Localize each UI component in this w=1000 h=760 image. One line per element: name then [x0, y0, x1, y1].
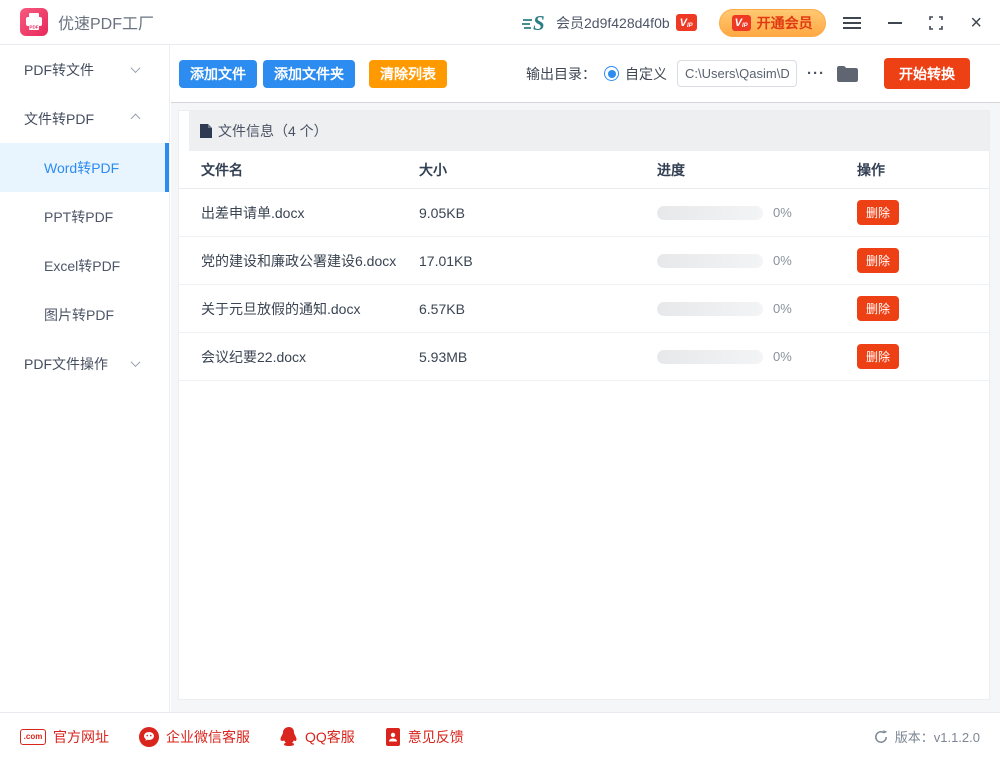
sidebar-item-pdf-to-file[interactable]: PDF转文件: [0, 45, 169, 94]
open-vip-label: 开通会员: [757, 13, 813, 33]
column-header-progress: 进度: [657, 160, 857, 180]
feedback-icon: [385, 728, 401, 746]
wechat-icon: [139, 727, 159, 747]
window-controls: ×: [843, 0, 982, 45]
folder-icon: [837, 66, 858, 82]
file-progress: 0%: [657, 301, 857, 316]
document-icon: [200, 124, 212, 138]
maximize-icon[interactable]: [929, 16, 943, 30]
file-name: 关于元旦放假的通知.docx: [179, 299, 419, 319]
file-size: 17.01KB: [419, 253, 657, 269]
custom-radio-label: 自定义: [625, 64, 667, 84]
refresh-icon[interactable]: [874, 730, 888, 744]
member-area: S 会员2d9f428d4f0b VIP VIP 开通会员: [522, 0, 826, 45]
delete-button[interactable]: 删除: [857, 344, 899, 369]
progress-percent-label: 0%: [773, 253, 792, 268]
vip-badge-icon: VIP: [676, 14, 697, 31]
version-label: 版本：v1.1.2.0: [895, 727, 980, 746]
version-area: 版本：v1.1.2.0: [874, 727, 980, 746]
close-icon[interactable]: ×: [970, 13, 982, 33]
titlebar: PDF 优速PDF工厂 S 会员2d9f428d4f0b VIP VIP 开通会…: [0, 0, 1000, 45]
add-file-button[interactable]: 添加文件: [179, 60, 257, 88]
column-header-name: 文件名: [179, 160, 419, 180]
chevron-down-icon: [131, 63, 141, 73]
progress-bar: [657, 254, 763, 268]
progress-bar: [657, 302, 763, 316]
file-name: 会议纪要22.docx: [179, 347, 419, 367]
progress-percent-label: 0%: [773, 349, 792, 364]
svg-text:S: S: [533, 11, 545, 35]
sidebar-item-file-to-pdf[interactable]: 文件转PDF: [0, 94, 169, 143]
output-directory-label: 输出目录：: [526, 64, 596, 84]
output-path-input[interactable]: [677, 60, 797, 87]
file-panel-header: 文件信息（4 个）: [189, 111, 989, 151]
website-icon: .com: [20, 729, 46, 745]
start-convert-button[interactable]: 开始转换: [884, 58, 970, 89]
official-website-link[interactable]: .com 官方网址: [20, 727, 109, 747]
menu-icon[interactable]: [843, 17, 861, 29]
clear-list-button[interactable]: 清除列表: [369, 60, 447, 88]
file-size: 9.05KB: [419, 205, 657, 221]
chevron-up-icon: [131, 114, 141, 124]
table-row: 会议纪要22.docx 5.93MB 0% 删除: [179, 333, 989, 381]
sidebar: PDF转文件 文件转PDF Word转PDF PPT转PDF Excel转PDF…: [0, 45, 170, 712]
file-panel: 文件信息（4 个） 文件名 大小 进度 操作 出差申请单.docx 9.05KB…: [178, 110, 990, 700]
column-header-size: 大小: [419, 160, 657, 180]
open-folder-button[interactable]: [837, 66, 858, 82]
output-directory-group: 输出目录： 自定义 ··· 开始转换: [526, 58, 970, 89]
vip-badge-icon: VIP: [732, 15, 751, 31]
chevron-down-icon: [131, 357, 141, 367]
progress-bar: [657, 350, 763, 364]
toolbar: 添加文件 添加文件夹 清除列表 输出目录： 自定义 ··· 开始转换: [171, 45, 1000, 103]
delete-button[interactable]: 删除: [857, 200, 899, 225]
delete-button[interactable]: 删除: [857, 248, 899, 273]
file-progress: 0%: [657, 349, 857, 364]
table-header: 文件名 大小 进度 操作: [179, 151, 989, 189]
svg-text:PDF: PDF: [29, 25, 38, 30]
feedback-link[interactable]: 意见反馈: [385, 727, 464, 747]
wechat-support-link[interactable]: 企业微信客服: [139, 727, 250, 747]
qq-support-link[interactable]: QQ客服: [280, 727, 355, 747]
progress-percent-label: 0%: [773, 301, 792, 316]
minimize-icon[interactable]: [888, 22, 902, 24]
sidebar-item-excel-to-pdf[interactable]: Excel转PDF: [0, 241, 169, 290]
sidebar-item-ppt-to-pdf[interactable]: PPT转PDF: [0, 192, 169, 241]
footer: .com 官方网址 企业微信客服 QQ客服 意见反馈 版本：v1.1.2.0: [0, 712, 1000, 760]
column-header-action: 操作: [857, 160, 989, 180]
file-progress: 0%: [657, 205, 857, 220]
sidebar-item-pdf-operations[interactable]: PDF文件操作: [0, 339, 169, 388]
file-name: 党的建设和廉政公署建设6.docx: [179, 251, 419, 271]
progress-percent-label: 0%: [773, 205, 792, 220]
custom-radio[interactable]: [604, 66, 619, 81]
sidebar-item-word-to-pdf[interactable]: Word转PDF: [0, 143, 169, 192]
member-id-label: 会员2d9f428d4f0b: [556, 13, 670, 33]
app-title: 优速PDF工厂: [58, 10, 154, 34]
add-folder-button[interactable]: 添加文件夹: [263, 60, 355, 88]
delete-button[interactable]: 删除: [857, 296, 899, 321]
file-size: 6.57KB: [419, 301, 657, 317]
table-row: 关于元旦放假的通知.docx 6.57KB 0% 删除: [179, 285, 989, 333]
sidebar-item-image-to-pdf[interactable]: 图片转PDF: [0, 290, 169, 339]
qq-icon: [280, 727, 298, 747]
table-row: 党的建设和廉政公署建设6.docx 17.01KB 0% 删除: [179, 237, 989, 285]
member-swoosh-icon: S: [522, 11, 550, 35]
file-progress: 0%: [657, 253, 857, 268]
browse-more-button[interactable]: ···: [805, 63, 827, 84]
file-size: 5.93MB: [419, 349, 657, 365]
table-row: 出差申请单.docx 9.05KB 0% 删除: [179, 189, 989, 237]
progress-bar: [657, 206, 763, 220]
open-vip-button[interactable]: VIP 开通会员: [719, 9, 826, 37]
main-area: 添加文件 添加文件夹 清除列表 输出目录： 自定义 ··· 开始转换 文件信息（…: [171, 45, 1000, 712]
app-logo-icon: PDF: [20, 8, 48, 36]
file-name: 出差申请单.docx: [179, 203, 419, 223]
file-panel-header-label: 文件信息（4 个）: [218, 121, 328, 141]
